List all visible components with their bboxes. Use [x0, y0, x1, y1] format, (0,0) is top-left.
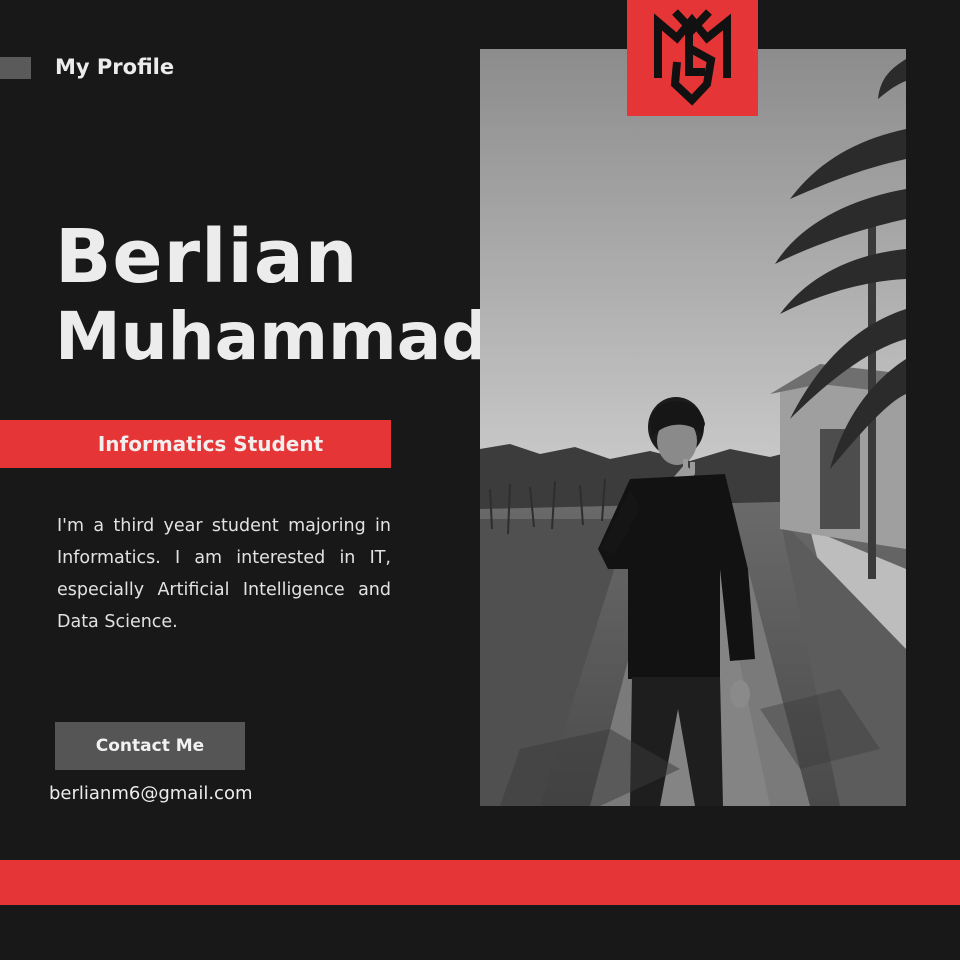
profile-photo-illustration [480, 49, 906, 806]
page-title: My Profile [55, 55, 175, 79]
logo-block [627, 0, 758, 116]
bio-text: I'm a third year student majoring in Inf… [57, 516, 391, 632]
contact-me-button[interactable]: Contact Me [55, 722, 245, 770]
last-name-heading: Muhammad [55, 298, 489, 375]
role-label: Informatics Student [97, 432, 324, 456]
profile-photo [480, 49, 906, 806]
footer-accent-bar [0, 860, 960, 905]
bm-monogram-logo-icon [654, 9, 731, 106]
email-link[interactable]: berlianm6@gmail.com [49, 783, 252, 804]
first-name-heading: Berlian [55, 214, 359, 300]
header-accent-block [0, 57, 31, 79]
